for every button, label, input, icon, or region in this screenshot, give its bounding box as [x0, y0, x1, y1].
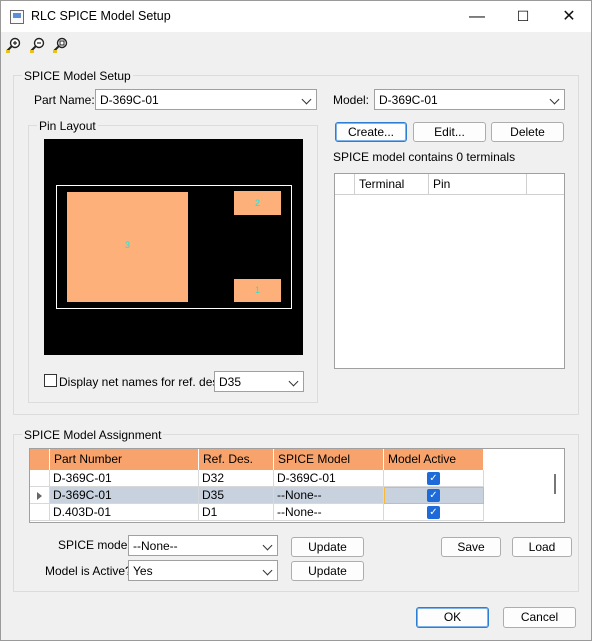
part-number-cell[interactable]: D.403D-01 — [50, 504, 199, 521]
spice-model-combo[interactable]: --None-- — [128, 535, 278, 556]
chevron-down-icon — [301, 94, 312, 105]
model-active-checkbox[interactable]: ✓ — [427, 472, 440, 485]
app-icon — [10, 10, 24, 24]
toolbar — [1, 32, 591, 58]
row-header-corner — [30, 449, 50, 470]
terminal-count-text: SPICE model contains 0 terminals — [333, 150, 516, 164]
ref-des-column-header[interactable]: Ref. Des. — [199, 449, 274, 470]
grid-vertical-scrollbar[interactable] — [546, 470, 564, 522]
maximize-button[interactable]: ☐ — [500, 1, 546, 32]
table-row[interactable]: D.403D-01 D1 --None-- ✓ — [30, 504, 484, 521]
spice-model-cell[interactable]: --None-- — [274, 487, 384, 504]
ref-des-cell[interactable]: D32 — [199, 470, 274, 487]
window-title: RLC SPICE Model Setup — [31, 9, 171, 23]
chevron-down-icon — [262, 540, 273, 551]
create-button[interactable]: Create... — [335, 122, 407, 142]
part-number-cell[interactable]: D-369C-01 — [50, 470, 199, 487]
spice-model-value: --None-- — [133, 539, 178, 553]
pin-column-header[interactable]: Pin — [429, 174, 527, 195]
ok-button[interactable]: OK — [416, 607, 489, 628]
model-active-label: Model is Active? — [45, 564, 132, 578]
row-header — [30, 504, 50, 521]
part-number-column-header[interactable]: Part Number — [50, 449, 199, 470]
terminal-list[interactable]: Terminal Pin — [334, 173, 565, 369]
save-button[interactable]: Save — [441, 537, 501, 557]
pin-layout-label: Pin Layout — [37, 119, 98, 133]
spice-model-cell[interactable]: D-369C-01 — [274, 470, 384, 487]
model-label: Model: — [333, 93, 370, 107]
part-name-combo[interactable]: D-369C-01 — [95, 89, 317, 110]
model-active-combo[interactable]: Yes — [128, 560, 278, 581]
update-spice-model-button[interactable]: Update — [291, 537, 364, 557]
model-active-checkbox[interactable]: ✓ — [427, 506, 440, 519]
pad-1: 1 — [234, 279, 281, 302]
cancel-button[interactable]: Cancel — [503, 607, 576, 628]
terminal-header-spacer — [335, 174, 355, 195]
spice-model-setup-label: SPICE Model Setup — [22, 69, 133, 83]
row-header — [30, 487, 50, 504]
table-row[interactable]: D-369C-01 D32 D-369C-01 ✓ — [30, 470, 484, 487]
spice-model-column-header[interactable]: SPICE Model — [274, 449, 384, 470]
scrollbar-thumb[interactable] — [554, 474, 556, 494]
delete-button[interactable]: Delete — [491, 122, 564, 142]
assignment-grid[interactable]: Part Number Ref. Des. SPICE Model Model … — [29, 448, 565, 523]
ref-des-cell[interactable]: D1 — [199, 504, 274, 521]
spice-model-label: SPICE model: — [58, 538, 134, 552]
minimize-button[interactable]: — — [454, 1, 500, 32]
title-bar: RLC SPICE Model Setup — ☐ ✕ — [1, 1, 591, 32]
dialog-window: RLC SPICE Model Setup — ☐ ✕ SPICE Model … — [0, 0, 592, 641]
model-active-cell[interactable]: ✓ — [384, 470, 484, 487]
model-combo[interactable]: D-369C-01 — [374, 89, 565, 110]
zoom-fit-icon[interactable] — [52, 36, 70, 54]
ref-des-combo[interactable]: D35 — [214, 371, 304, 392]
chevron-down-icon — [262, 565, 273, 576]
ref-des-value: D35 — [219, 375, 242, 389]
zoom-out-icon[interactable] — [29, 36, 47, 54]
model-active-cell[interactable]: ✓ — [384, 487, 484, 504]
pin-layout-canvas: 3 2 1 — [44, 139, 303, 355]
display-net-names-checkbox[interactable] — [44, 374, 57, 387]
chevron-down-icon — [288, 376, 299, 387]
zoom-in-icon[interactable] — [5, 36, 23, 54]
current-row-arrow-icon — [37, 492, 42, 500]
load-button[interactable]: Load — [512, 537, 572, 557]
close-button[interactable]: ✕ — [546, 1, 592, 32]
part-number-cell[interactable]: D-369C-01 — [50, 487, 199, 504]
ref-des-cell[interactable]: D35 — [199, 487, 274, 504]
model-value: D-369C-01 — [379, 93, 438, 107]
spice-model-cell[interactable]: --None-- — [274, 504, 384, 521]
chevron-down-icon — [549, 94, 560, 105]
pad-3: 3 — [67, 192, 188, 302]
model-active-column-header[interactable]: Model Active — [384, 449, 484, 470]
table-row-selected[interactable]: D-369C-01 D35 --None-- ✓ — [30, 487, 484, 504]
display-net-names-label: Display net names for ref. des. — [59, 375, 222, 389]
terminal-list-header: Terminal Pin — [335, 174, 564, 195]
part-name-value: D-369C-01 — [100, 93, 159, 107]
row-header — [30, 470, 50, 487]
pad-2: 2 — [234, 191, 281, 215]
model-active-value: Yes — [133, 564, 153, 578]
part-name-label: Part Name: — [34, 93, 95, 107]
spice-model-assignment-label: SPICE Model Assignment — [22, 428, 164, 442]
model-active-checkbox[interactable]: ✓ — [427, 489, 440, 502]
model-active-cell[interactable]: ✓ — [384, 504, 484, 521]
update-active-button[interactable]: Update — [291, 561, 364, 581]
edit-button[interactable]: Edit... — [413, 122, 486, 142]
terminal-column-header[interactable]: Terminal — [355, 174, 429, 195]
